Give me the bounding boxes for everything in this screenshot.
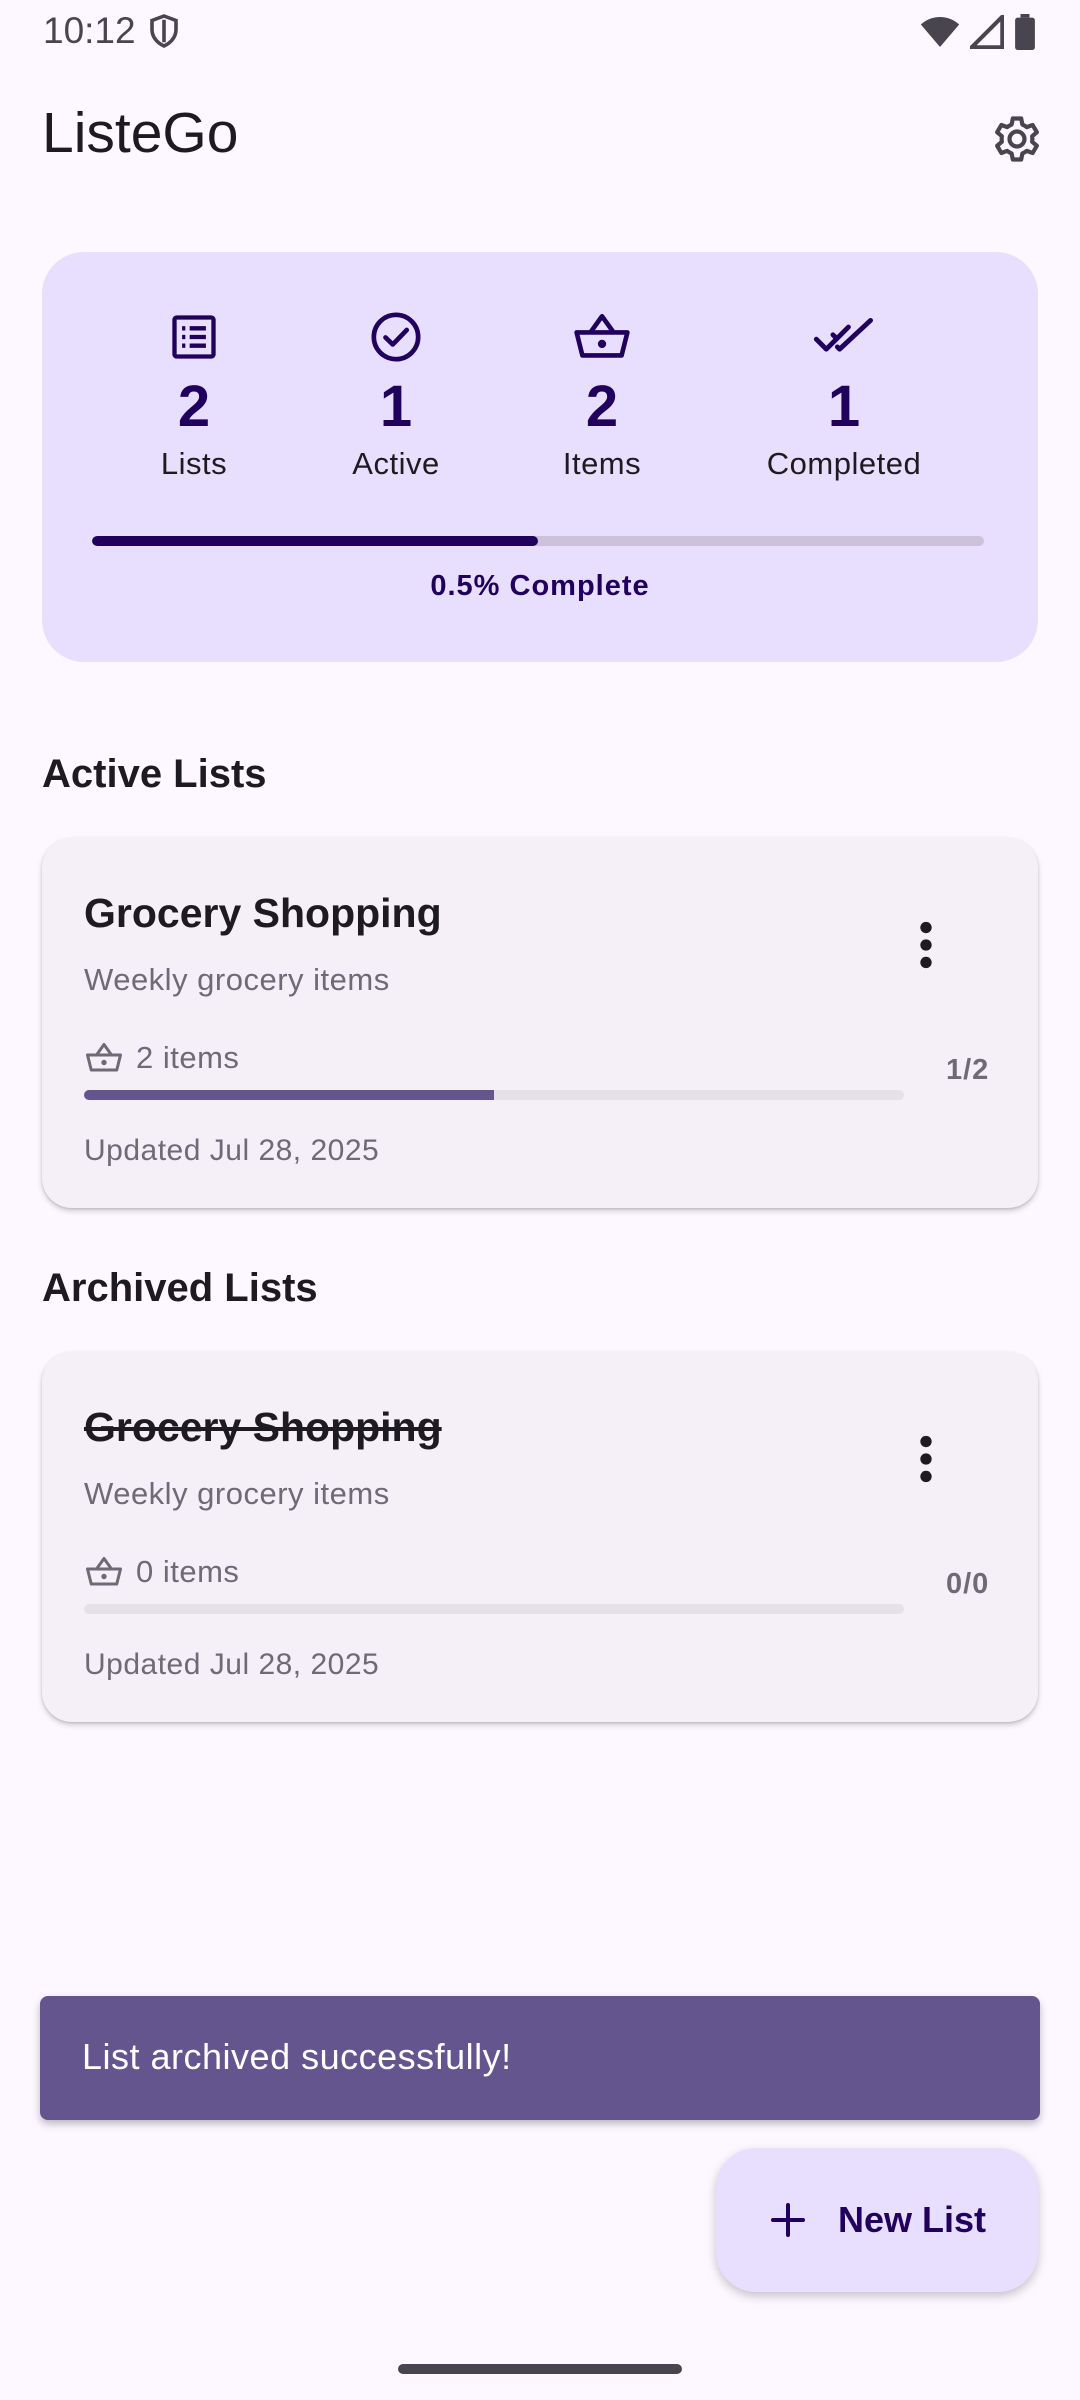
new-list-label: New List	[837, 2199, 987, 2240]
gear-icon	[995, 116, 1039, 162]
card-items-row: 2 items	[84, 1040, 239, 1076]
snackbar-message: List archived successfully!	[82, 2036, 512, 2077]
status-time: 10:12	[43, 10, 136, 51]
card-updated-date: Updated Jul 28, 2025	[84, 1648, 380, 1681]
card-items-row: 0 items	[84, 1554, 239, 1590]
card-description: Weekly grocery items	[84, 962, 390, 997]
card-title: Grocery Shopping	[84, 890, 442, 936]
plus-icon	[770, 2203, 805, 2237]
stat-items: 2 Items	[482, 308, 722, 482]
stats-card: 2 Lists 1 Active 2 Items 1 Completed 0.5…	[42, 252, 1038, 662]
archived-list-card[interactable]: Grocery Shopping Weekly grocery items 0 …	[42, 1352, 1038, 1722]
stat-completed-label: Completed	[766, 446, 922, 481]
card-progress-bar	[84, 1090, 904, 1100]
stat-active: 1 Active	[276, 308, 516, 482]
cellular-signal-icon	[970, 15, 1004, 49]
card-title: Grocery Shopping	[84, 1404, 442, 1450]
stat-items-label: Items	[562, 446, 642, 481]
overall-progress-bar	[92, 536, 984, 546]
stat-completed-value: 1	[827, 374, 861, 439]
basket-icon	[86, 1043, 122, 1072]
archived-lists-heading: Archived Lists	[42, 1266, 318, 1310]
active-list-card[interactable]: Grocery Shopping Weekly grocery items 2 …	[42, 838, 1038, 1208]
card-progress-bar	[84, 1604, 904, 1614]
overall-progress-fill	[92, 536, 538, 546]
more-vert-icon	[920, 1435, 932, 1483]
card-description: Weekly grocery items	[84, 1476, 390, 1511]
card-more-button[interactable]	[896, 1424, 956, 1494]
card-progress-count: 0/0	[946, 1568, 990, 1600]
status-icons	[920, 14, 1036, 50]
stat-active-value: 1	[379, 374, 413, 439]
active-lists-heading: Active Lists	[42, 752, 267, 796]
status-bar: 10:12	[0, 0, 1080, 62]
card-items-count: 0 items	[136, 1554, 240, 1589]
card-progress-count: 1/2	[946, 1054, 990, 1086]
app-title: ListeGo	[42, 101, 239, 165]
settings-button[interactable]	[984, 106, 1050, 172]
basket-icon	[86, 1557, 122, 1586]
check-circle-icon	[371, 312, 421, 362]
stat-active-label: Active	[352, 446, 440, 481]
overall-complete-text: 0.5% Complete	[430, 570, 650, 602]
basket-icon	[574, 313, 630, 358]
battery-icon	[1015, 14, 1035, 50]
new-list-button[interactable]: New List	[716, 2148, 1038, 2292]
home-indicator[interactable]	[398, 2364, 682, 2374]
shield-icon	[150, 14, 178, 48]
snackbar: List archived successfully!	[40, 1996, 1040, 2120]
list-icon	[172, 315, 216, 359]
double-check-icon	[813, 317, 874, 352]
card-progress-fill	[84, 1090, 494, 1100]
more-vert-icon	[920, 921, 932, 969]
wifi-icon	[920, 17, 960, 47]
card-updated-date: Updated Jul 28, 2025	[84, 1134, 380, 1167]
card-more-button[interactable]	[896, 910, 956, 980]
card-items-count: 2 items	[136, 1040, 240, 1075]
stat-items-value: 2	[585, 374, 619, 439]
stat-completed: 1 Completed	[724, 308, 964, 482]
